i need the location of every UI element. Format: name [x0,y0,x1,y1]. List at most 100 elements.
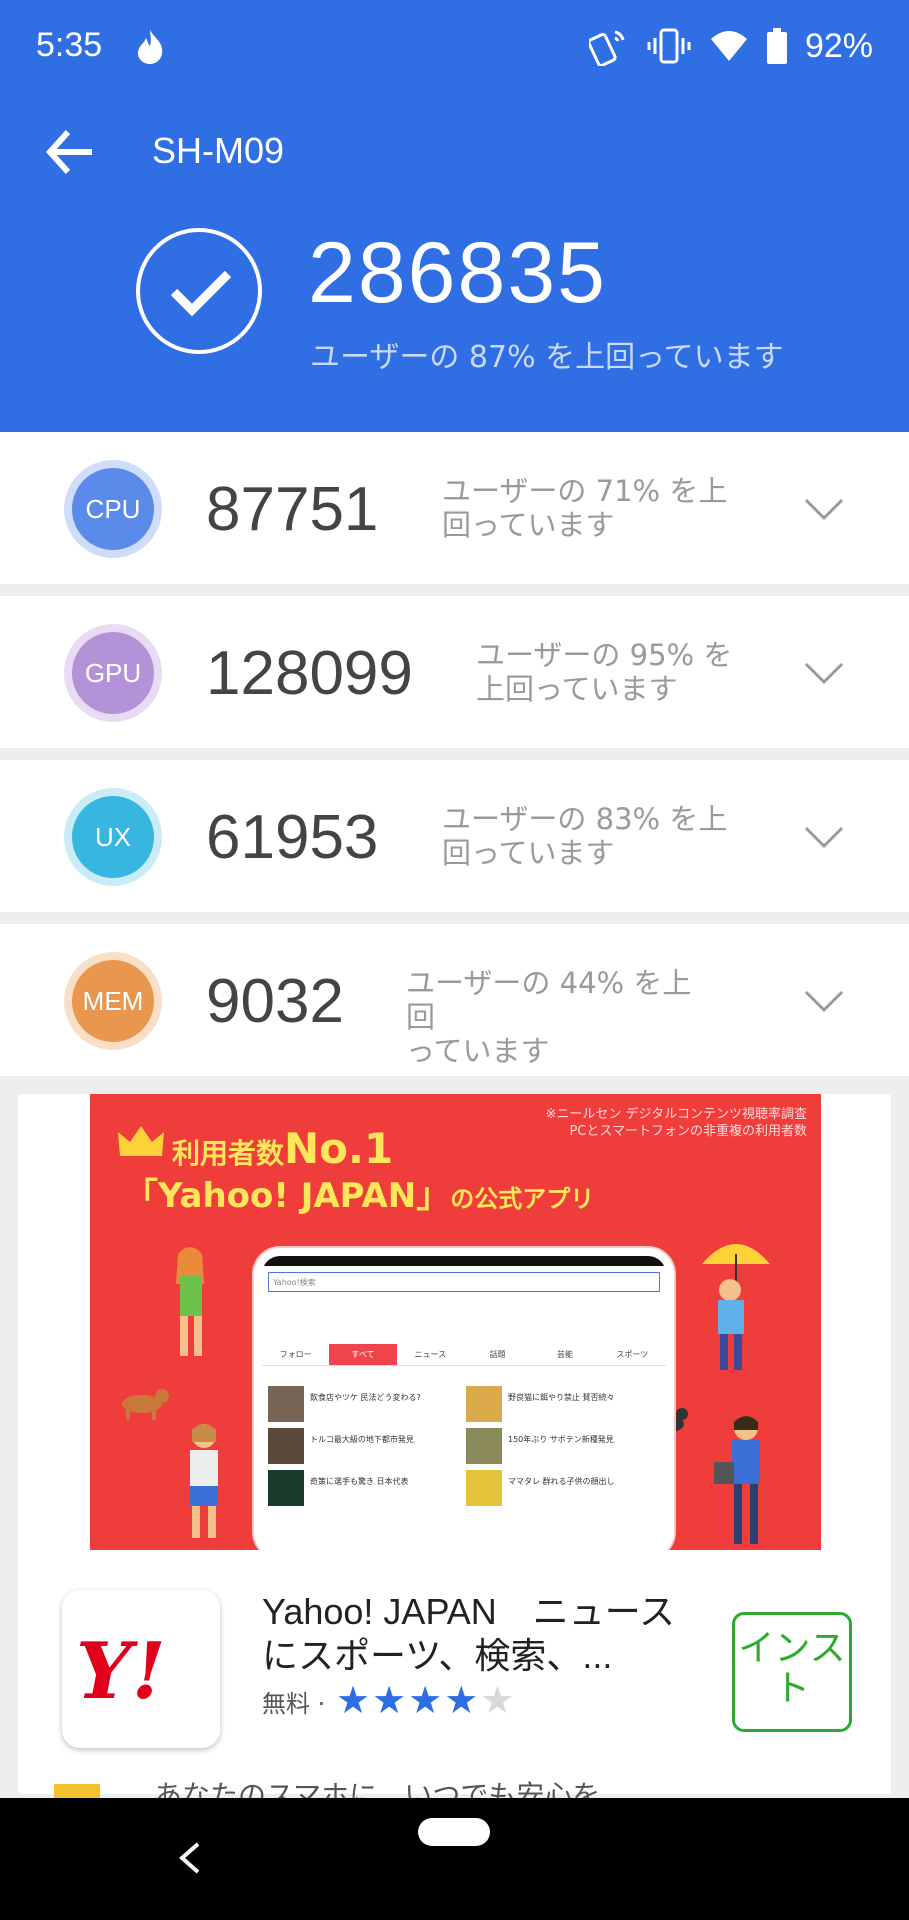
news-title: 奇策に選手も驚き 日本代表 [310,1477,409,1486]
gpu-score: 128099 [206,639,413,708]
device-name: SH-M09 [152,130,285,171]
wifi-icon [710,31,747,61]
tablet-search: Yahoo!検索 [268,1272,660,1292]
status-icons: 92% [588,24,873,68]
gpu-percentile-line1: ユーザーの 95% を [476,638,733,672]
back-arrow-icon[interactable] [44,128,96,176]
tablet-tab: ニュース [414,1350,447,1359]
banner-headline-b: No.1 [284,1124,394,1173]
screen: 5:35 92% SH-M09 286835 ユーザーの 87% を上回っていま… [0,0,909,1920]
crown-icon [118,1126,164,1156]
news-item: トルコ最大級の地下都市発見 [268,1428,458,1466]
ad-banner[interactable]: ※ニールセン デジタルコンテンツ視聴率調査 PCとスマートフォンの非重複の利用者… [90,1094,821,1550]
install-button[interactable]: インスト [732,1612,852,1732]
app-title[interactable]: Yahoo! JAPAN ニュースにスポーツ、検索、... [262,1590,702,1678]
ad-app-row[interactable]: Y! Yahoo! JAPAN ニュースにスポーツ、検索、... 無料 · ★★… [18,1574,891,1748]
home-pill[interactable] [418,1818,490,1846]
tablet-tabs: フォロー すべて ニュース 話題 芸能 スポーツ [262,1344,666,1366]
chevron-down-icon[interactable] [802,488,846,528]
mem-score: 9032 [206,967,344,1036]
gpu-badge-label: GPU [72,632,154,714]
cpu-badge-label: CPU [72,468,154,550]
dog-illustration [122,1389,169,1420]
person-illustration [714,1416,760,1544]
total-score: 286835 [308,225,607,321]
banner-headline: 利用者数No.1 [172,1124,393,1173]
ux-badge-label: UX [72,796,154,878]
tablet-status-bar [262,1256,666,1266]
mem-badge-label: MEM [72,960,154,1042]
header: 5:35 92% SH-M09 286835 ユーザーの 87% を上回っていま… [0,0,909,432]
total-percentile: ユーザーの 87% を上回っています [310,340,784,375]
gpu-percentile: ユーザーの 95% を 上回っています [476,638,776,706]
banner-subheadline-c: 「Yahoo! JAPAN」 [124,1176,451,1216]
news-item: 野良猫に餌やり禁止 賛否続々 [466,1386,656,1424]
mem-percentile-line2: っています [406,1034,550,1068]
app-price: 無料 · [262,1690,326,1718]
score-row-mem[interactable]: MEM 9032 ユーザーの 44% を上回 っています [0,924,909,1076]
ux-percentile-line1: ユーザーの 83% を上 [442,802,728,836]
star-icon: ★ [408,1678,445,1722]
battery-percent: 92% [804,26,873,65]
person-illustration [176,1247,204,1356]
news-item: 150年ぶり サボテン新種発見 [466,1428,656,1466]
check-circle-icon [136,228,262,354]
yahoo-app-logo[interactable]: Y! [62,1590,220,1748]
ux-percentile-line2: 回っています [442,836,615,870]
score-row-cpu[interactable]: CPU 87751 ユーザーの 71% を上 回っています [0,432,909,584]
chevron-down-icon[interactable] [802,652,846,692]
news-title: トルコ最大級の地下都市発見 [310,1435,414,1444]
person-illustration [190,1424,218,1538]
tablet-mockup: Yahoo!検索 フォロー すべて ニュース 話題 芸能 スポーツ 飲食店やツケ… [254,1248,674,1550]
star-rating: ★★★★★ [336,1678,516,1722]
banner-note-line1: ※ニールセン デジタルコンテンツ視聴率調査 [545,1107,807,1122]
banner-note: ※ニールセン デジタルコンテンツ視聴率調査 PCとスマートフォンの非重複の利用者… [545,1106,807,1140]
chevron-down-icon[interactable] [802,816,846,856]
tablet-tab: スポーツ [616,1350,649,1359]
cpu-percentile: ユーザーの 71% を上 回っています [442,474,742,542]
mem-badge: MEM [64,952,162,1050]
star-icon: ★ [372,1678,409,1722]
ad-footer-icon [54,1784,100,1798]
tablet-tab: すべて [329,1344,397,1365]
vibrate-icon [647,28,691,64]
person-umbrella-illustration [702,1244,770,1370]
ad-footer-text: あなたのスマホに、いつでも安心を [154,1779,601,1798]
cpu-percentile-line1: ユーザーの 71% を上 [442,474,728,508]
banner-note-line2: PCとスマートフォンの非重複の利用者数 [569,1124,807,1139]
flame-icon [138,30,163,64]
tablet-tab: フォロー [279,1350,312,1359]
news-title: 150年ぶり サボテン新種発見 [508,1435,614,1444]
nav-back-icon[interactable] [176,1840,202,1876]
nfc-icon [588,30,625,66]
yahoo-logo-text: Y! [76,1626,166,1717]
cpu-badge: CPU [64,460,162,558]
news-item: 飲食店やツケ 民法どう変わる? [268,1386,458,1424]
cpu-percentile-line2: 回っています [442,508,615,542]
battery-icon [766,28,787,64]
gpu-badge: GPU [64,624,162,722]
mem-percentile: ユーザーの 44% を上回 っています [406,966,706,1068]
ux-score: 61953 [206,803,379,872]
gpu-percentile-line2: 上回っています [476,672,678,706]
score-row-ux[interactable]: UX 61953 ユーザーの 83% を上 回っています [0,760,909,912]
tablet-tab: 話題 [489,1350,506,1359]
ux-percentile: ユーザーの 83% を上 回っています [442,802,742,870]
news-title: 野良猫に餌やり禁止 賛否続々 [508,1393,615,1402]
ad-card[interactable]: ※ニールセン デジタルコンテンツ視聴率調査 PCとスマートフォンの非重複の利用者… [18,1094,891,1798]
news-title: 飲食店やツケ 民法どう変わる? [310,1393,421,1402]
chevron-down-icon[interactable] [802,980,846,1020]
mem-percentile-line1: ユーザーの 44% を上回 [406,966,692,1034]
navigation-bar [0,1798,909,1920]
news-item: 奇策に選手も驚き 日本代表 [268,1470,458,1508]
score-row-gpu[interactable]: GPU 128099 ユーザーの 95% を 上回っています [0,596,909,748]
news-item: ママタレ 群れる子供の顔出し [466,1470,656,1508]
star-icon: ★ [444,1678,481,1722]
star-icon: ★ [480,1678,517,1722]
ux-badge: UX [64,788,162,886]
cpu-score: 87751 [206,475,379,544]
news-title: ママタレ 群れる子供の顔出し [508,1477,615,1486]
banner-headline-a: 利用者数 [172,1137,285,1170]
banner-subheadline: 「Yahoo! JAPAN」の公式アプリ [124,1168,594,1217]
tablet-tab: 芸能 [556,1350,573,1359]
